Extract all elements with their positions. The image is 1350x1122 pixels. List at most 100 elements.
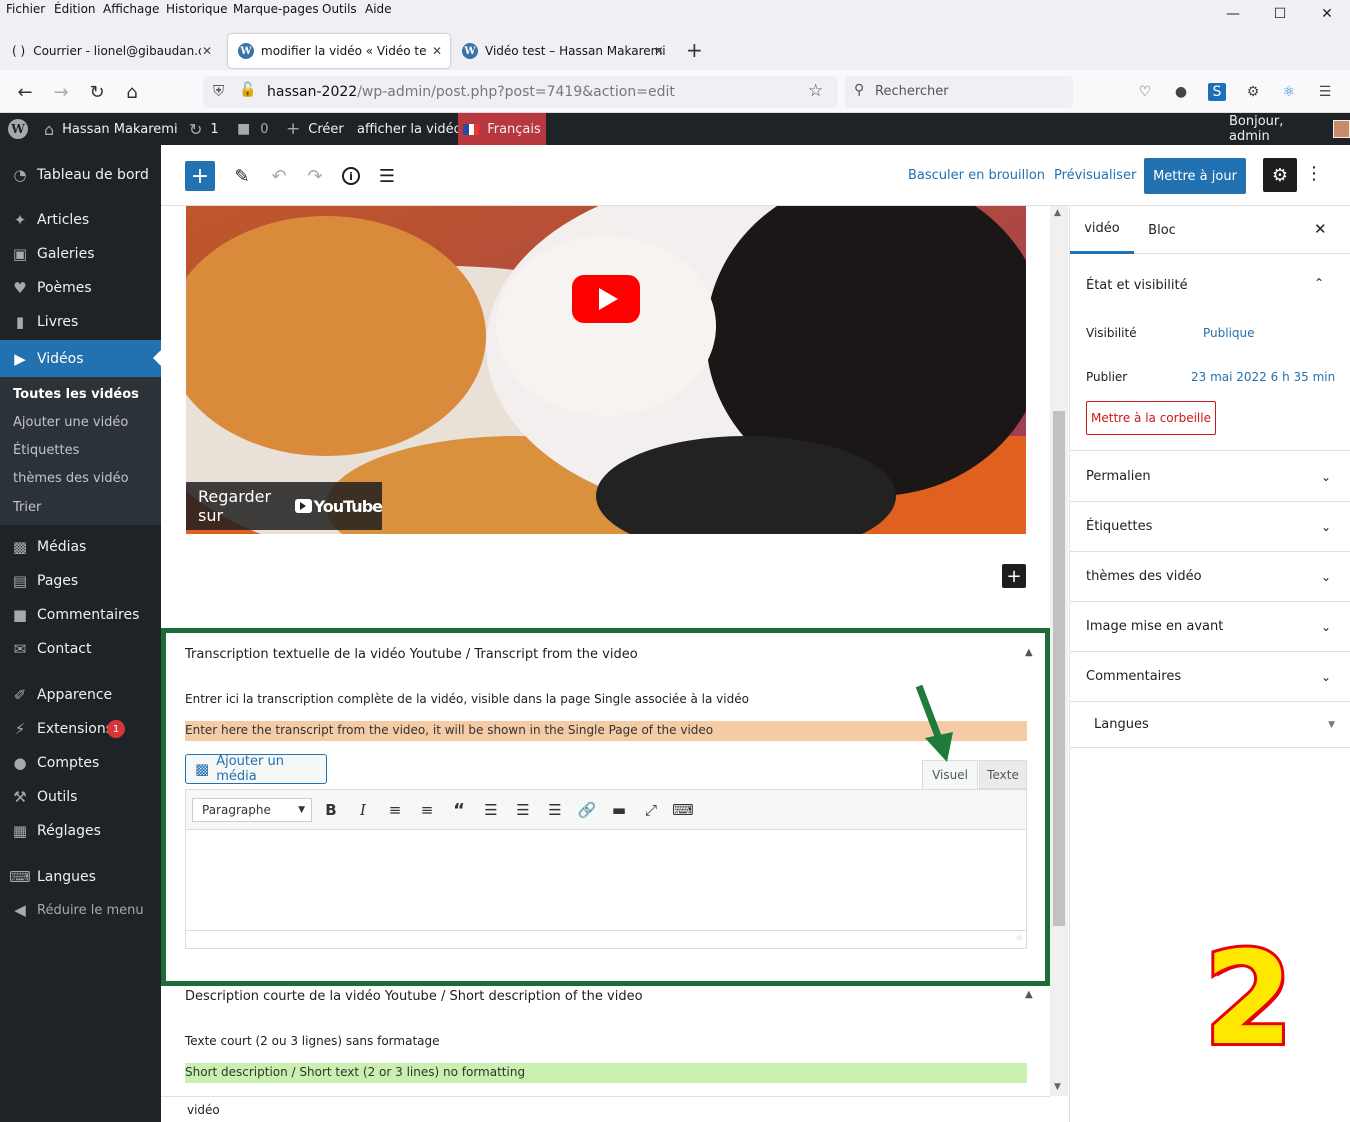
back-icon[interactable]: ← bbox=[11, 78, 39, 106]
menu-edition[interactable]: Édition bbox=[54, 2, 96, 16]
forward-icon[interactable]: → bbox=[47, 78, 75, 106]
watch-on-youtube-button[interactable]: Regarder sur YouTube bbox=[186, 482, 383, 530]
menu-videos[interactable]: ▶ Vidéos bbox=[0, 340, 161, 377]
block-inserter-button[interactable]: + bbox=[1002, 564, 1026, 588]
s-extension-icon[interactable]: S bbox=[1208, 83, 1226, 101]
home-icon[interactable]: ⌂ bbox=[118, 78, 146, 106]
menu-contact[interactable]: ✉ Contact bbox=[0, 632, 161, 666]
panel-etiquettes[interactable]: Étiquettes ⌄ bbox=[1070, 502, 1350, 552]
panel-languages[interactable]: Langues ▼ bbox=[1070, 702, 1350, 748]
menu-livres[interactable]: ▮ Livres bbox=[0, 305, 161, 339]
bookmark-star-icon[interactable]: ☆ bbox=[808, 81, 823, 101]
undo-button[interactable]: ↶ bbox=[264, 161, 294, 191]
resize-handle-icon[interactable]: ⁘ bbox=[1015, 934, 1023, 944]
align-center-icon[interactable]: ☰ bbox=[510, 798, 536, 822]
language-switcher[interactable]: Français bbox=[458, 113, 546, 145]
format-select[interactable]: Paragraphe ▼ bbox=[192, 798, 312, 822]
close-tab-icon[interactable]: ✕ bbox=[202, 44, 212, 58]
menu-reglages[interactable]: ▦ Réglages bbox=[0, 814, 161, 848]
menu-outils[interactable]: Outils bbox=[322, 2, 357, 16]
site-name-link[interactable]: ⌂ Hassan Makaremi bbox=[44, 113, 178, 145]
menu-historique[interactable]: Historique bbox=[166, 2, 228, 16]
update-button[interactable]: Mettre à jour bbox=[1144, 158, 1246, 194]
panel-themes[interactable]: thèmes des vidéo ⌄ bbox=[1070, 552, 1350, 602]
panel-permalien[interactable]: Permalien ⌄ bbox=[1070, 452, 1350, 502]
create-link[interactable]: + Créer bbox=[286, 113, 344, 145]
shield-icon[interactable]: ⛨ bbox=[213, 82, 224, 100]
collapse-metabox-icon[interactable]: ▲ bbox=[1025, 647, 1033, 658]
keyboard-icon[interactable]: ⌨ bbox=[670, 798, 696, 822]
menu-pages[interactable]: ▤ Pages bbox=[0, 564, 161, 598]
bullet-list-icon[interactable]: ≡ bbox=[382, 798, 408, 822]
settings-extension-icon[interactable]: ⚙ bbox=[1244, 83, 1262, 101]
menu-articles[interactable]: ✦ Articles bbox=[0, 203, 161, 237]
quote-icon[interactable]: “ bbox=[446, 798, 472, 822]
scrollbar-thumb[interactable] bbox=[1053, 411, 1065, 926]
menu-extensions[interactable]: ⚡ Extensions 1 bbox=[0, 712, 161, 746]
tab-document[interactable]: vidéo bbox=[1070, 206, 1134, 254]
move-to-trash-button[interactable]: Mettre à la corbeille bbox=[1086, 401, 1216, 435]
more-options-icon[interactable]: ⋮ bbox=[1305, 163, 1323, 184]
youtube-play-button[interactable] bbox=[572, 275, 640, 323]
hamburger-menu-icon[interactable]: ☰ bbox=[1316, 83, 1334, 101]
chevron-up-icon[interactable]: ⌃ bbox=[1314, 276, 1324, 290]
switch-to-draft-button[interactable]: Basculer en brouillon bbox=[908, 168, 1045, 183]
scroll-up-icon[interactable]: ▲ bbox=[1054, 208, 1061, 218]
menu-langues[interactable]: ⌨ Langues bbox=[0, 860, 161, 894]
status-panel-title[interactable]: État et visibilité bbox=[1086, 278, 1188, 293]
menu-fichier[interactable]: Fichier bbox=[6, 2, 45, 16]
collapse-metabox-icon[interactable]: ▲ bbox=[1025, 989, 1033, 1000]
close-window-icon[interactable]: ✕ bbox=[1304, 0, 1350, 28]
redo-button[interactable]: ↷ bbox=[300, 161, 330, 191]
tab-courrier[interactable]: ( ) Courrier - lionel@gibaudan.con ✕ bbox=[2, 34, 220, 68]
preview-button[interactable]: Prévisualiser bbox=[1054, 168, 1136, 183]
submenu-tags[interactable]: Étiquettes bbox=[13, 443, 79, 458]
add-block-button[interactable]: + bbox=[185, 161, 215, 191]
menu-apparence[interactable]: ✐ Apparence bbox=[0, 678, 161, 712]
close-sidebar-icon[interactable]: ✕ bbox=[1314, 220, 1327, 238]
menu-aide[interactable]: Aide bbox=[365, 2, 392, 16]
numbered-list-icon[interactable]: ≡ bbox=[414, 798, 440, 822]
list-view-button[interactable]: ☰ bbox=[372, 161, 402, 191]
menu-commentaires[interactable]: ■ Commentaires bbox=[0, 598, 161, 632]
comments-link[interactable]: ■ 0 bbox=[237, 113, 269, 145]
details-button[interactable]: i bbox=[336, 161, 366, 191]
submenu-add-video[interactable]: Ajouter une vidéo bbox=[13, 415, 128, 430]
menu-marque-pages[interactable]: Marque-pages bbox=[233, 2, 319, 16]
menu-collapse[interactable]: ◀ Réduire le menu bbox=[0, 893, 161, 927]
menu-dashboard[interactable]: ◔ Tableau de bord bbox=[0, 158, 161, 192]
close-tab-icon[interactable]: ✕ bbox=[432, 44, 442, 58]
transcript-editor-area[interactable] bbox=[186, 830, 1026, 930]
menu-affichage[interactable]: Affichage bbox=[103, 2, 159, 16]
menu-medias[interactable]: ▩ Médias bbox=[0, 530, 161, 564]
extension-people-icon[interactable]: ● bbox=[1172, 83, 1190, 101]
visibility-value[interactable]: Publique bbox=[1203, 326, 1255, 340]
tab-modifier-video[interactable]: W modifier la vidéo « Vidéo test » ✕ bbox=[228, 34, 450, 68]
view-video-link[interactable]: afficher la vidéo bbox=[357, 113, 462, 145]
submenu-sort[interactable]: Trier bbox=[13, 500, 41, 515]
wordpress-logo-icon[interactable]: W bbox=[8, 113, 35, 145]
italic-icon[interactable]: I bbox=[350, 798, 376, 822]
publish-date[interactable]: 23 mai 2022 6 h 35 min bbox=[1191, 370, 1335, 384]
submenu-video-themes[interactable]: thèmes des vidéo bbox=[13, 471, 129, 486]
menu-outils[interactable]: ⚒ Outils bbox=[0, 780, 161, 814]
menu-galeries[interactable]: ▣ Galeries bbox=[0, 237, 161, 271]
close-tab-icon[interactable]: ✕ bbox=[654, 44, 664, 58]
settings-button[interactable]: ⚙ bbox=[1263, 158, 1297, 192]
content-scrollbar[interactable]: ▲ ▼ bbox=[1050, 206, 1068, 1096]
insecure-lock-icon[interactable]: 🔓 bbox=[239, 82, 256, 98]
align-left-icon[interactable]: ☰ bbox=[478, 798, 504, 822]
scroll-down-icon[interactable]: ▼ bbox=[1054, 1082, 1061, 1092]
fullscreen-icon[interactable]: ⤢ bbox=[638, 798, 664, 822]
tab-block[interactable]: Bloc bbox=[1134, 206, 1190, 254]
edit-tool-button[interactable]: ✎ bbox=[227, 161, 257, 191]
bold-icon[interactable]: B bbox=[318, 798, 344, 822]
read-more-icon[interactable]: ▬ bbox=[606, 798, 632, 822]
account-menu[interactable]: Bonjour, admin bbox=[1229, 113, 1350, 145]
tab-video-test[interactable]: W Vidéo test – Hassan Makaremi ✕ bbox=[452, 34, 672, 68]
menu-poemes[interactable]: ♥ Poèmes bbox=[0, 271, 161, 305]
search-box[interactable]: ⚲ Rechercher bbox=[845, 76, 1073, 108]
panel-comments[interactable]: Commentaires ⌄ bbox=[1070, 652, 1350, 702]
new-tab-icon[interactable]: + bbox=[686, 38, 703, 62]
submenu-all-videos[interactable]: Toutes les vidéos bbox=[13, 387, 139, 402]
